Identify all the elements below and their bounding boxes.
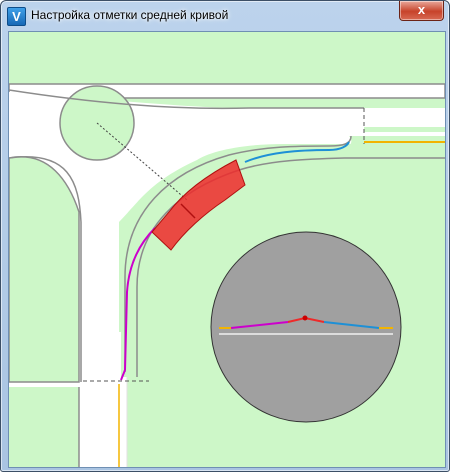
- profile-peak-point[interactable]: [302, 315, 308, 321]
- intersection-preview: [9, 32, 445, 467]
- window-title: Настройка отметки средней кривой: [31, 8, 229, 22]
- preview-canvas[interactable]: [8, 31, 446, 468]
- title-bar[interactable]: V Настройка отметки средней кривой x: [1, 1, 449, 29]
- close-icon: x: [417, 2, 426, 17]
- left-grass-island: [9, 156, 80, 383]
- app-icon: V: [7, 7, 26, 26]
- profile-preview-disc: [210, 231, 402, 423]
- close-button[interactable]: x: [399, 1, 444, 21]
- dialog-window: V Настройка отметки средней кривой x: [0, 0, 450, 472]
